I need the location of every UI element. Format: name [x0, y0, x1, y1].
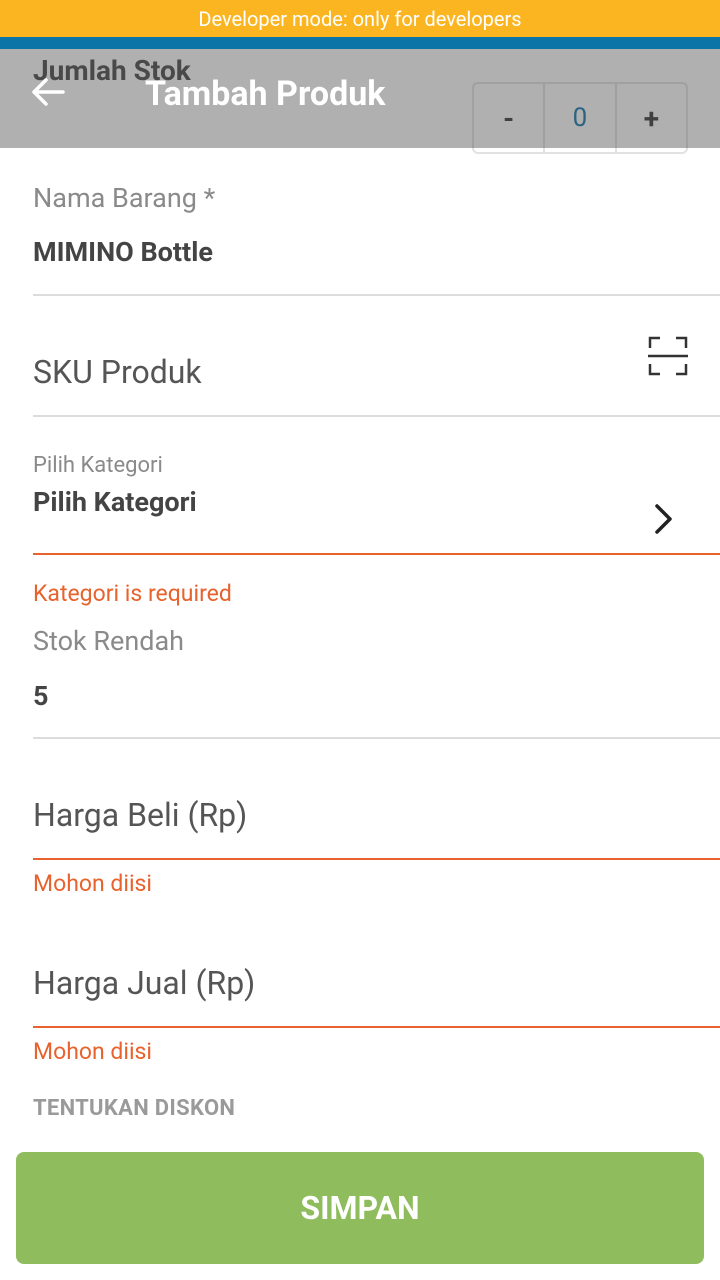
harga-beli-error: Mohon diisi: [33, 870, 153, 897]
save-button[interactable]: SIMPAN: [16, 1152, 704, 1264]
kategori-underline: [33, 553, 720, 555]
nama-barang-input[interactable]: MIMINO Bottle: [33, 236, 213, 268]
harga-beli-underline: [33, 858, 720, 860]
stok-rendah-label: Stok Rendah: [33, 625, 185, 657]
stok-rendah-underline: [33, 737, 720, 739]
status-strip: [0, 37, 720, 49]
stok-rendah-input[interactable]: 5: [33, 680, 49, 712]
arrow-left-icon[interactable]: [30, 76, 66, 108]
nama-barang-underline: [33, 294, 720, 296]
harga-jual-input[interactable]: Harga Jual (Rp): [33, 964, 255, 1002]
kategori-select[interactable]: Pilih Kategori: [33, 486, 197, 518]
sku-underline: [33, 415, 720, 417]
chevron-right-icon[interactable]: [652, 502, 676, 536]
developer-mode-banner: Developer mode: only for developers: [0, 0, 720, 37]
harga-beli-input[interactable]: Harga Beli (Rp): [33, 796, 247, 834]
barcode-scan-icon[interactable]: [648, 336, 688, 376]
kategori-error: Kategori is required: [33, 580, 232, 607]
diskon-section-header[interactable]: TENTUKAN DISKON: [33, 1096, 235, 1121]
page-title: Tambah Produk: [145, 74, 386, 114]
kategori-label: Pilih Kategori: [33, 453, 163, 478]
sku-input[interactable]: SKU Produk: [33, 353, 202, 391]
harga-jual-underline: [33, 1026, 720, 1028]
nama-barang-label: Nama Barang *: [33, 182, 216, 214]
harga-jual-error: Mohon diisi: [33, 1038, 153, 1065]
